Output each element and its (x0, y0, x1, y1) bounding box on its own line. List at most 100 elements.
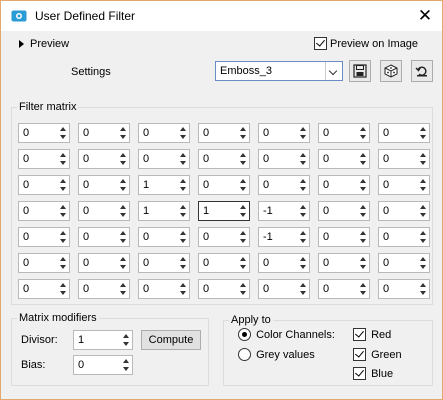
checkbox-box[interactable] (314, 37, 327, 50)
save-preset-button[interactable] (349, 60, 371, 82)
matrix-cell-r7-c3[interactable]: 0 (138, 279, 190, 299)
matrix-cell-r7-c5[interactable]: 0 (258, 279, 310, 299)
matrix-cell-r1-c2[interactable]: 0 (78, 123, 130, 143)
spin-arrows-icon[interactable] (178, 255, 188, 271)
checkbox-box[interactable] (353, 348, 366, 361)
matrix-cell-r4-c5[interactable]: -1 (258, 201, 310, 221)
matrix-cell-r4-c4[interactable]: 1 (198, 201, 250, 221)
matrix-cell-r6-c1[interactable]: 0 (18, 253, 70, 273)
spin-arrows-icon[interactable] (298, 177, 308, 193)
spin-arrows-icon[interactable] (238, 281, 248, 297)
matrix-cell-r3-c1[interactable]: 0 (18, 175, 70, 195)
compute-button[interactable]: Compute (141, 330, 201, 350)
spin-arrows-icon[interactable] (238, 125, 248, 141)
color-channels-radio[interactable]: Color Channels: (238, 328, 335, 341)
matrix-cell-r5-c7[interactable]: 0 (378, 227, 430, 247)
spin-arrows-icon[interactable] (238, 177, 248, 193)
matrix-cell-r3-c2[interactable]: 0 (78, 175, 130, 195)
matrix-cell-r3-c7[interactable]: 0 (378, 175, 430, 195)
matrix-cell-r2-c2[interactable]: 0 (78, 149, 130, 169)
spin-arrows-icon[interactable] (298, 203, 308, 219)
matrix-cell-r6-c3[interactable]: 0 (138, 253, 190, 273)
spin-arrows-icon[interactable] (358, 281, 368, 297)
matrix-cell-r1-c6[interactable]: 0 (318, 123, 370, 143)
spin-arrows-icon[interactable] (358, 255, 368, 271)
matrix-cell-r5-c3[interactable]: 0 (138, 227, 190, 247)
spin-arrows-icon[interactable] (298, 281, 308, 297)
spin-arrows-icon[interactable] (121, 357, 131, 373)
spin-arrows-icon[interactable] (418, 151, 428, 167)
spin-arrows-icon[interactable] (418, 281, 428, 297)
spin-arrows-icon[interactable] (298, 125, 308, 141)
spin-arrows-icon[interactable] (358, 151, 368, 167)
matrix-cell-r6-c7[interactable]: 0 (378, 253, 430, 273)
spin-arrows-icon[interactable] (58, 151, 68, 167)
matrix-cell-r1-c3[interactable]: 0 (138, 123, 190, 143)
matrix-cell-r7-c2[interactable]: 0 (78, 279, 130, 299)
spin-arrows-icon[interactable] (418, 255, 428, 271)
matrix-cell-r6-c4[interactable]: 0 (198, 253, 250, 273)
matrix-cell-r7-c1[interactable]: 0 (18, 279, 70, 299)
grey-values-radio[interactable]: Grey values (238, 348, 315, 361)
spin-arrows-icon[interactable] (58, 177, 68, 193)
spin-arrows-icon[interactable] (358, 203, 368, 219)
matrix-cell-r2-c6[interactable]: 0 (318, 149, 370, 169)
spin-arrows-icon[interactable] (298, 255, 308, 271)
chevron-down-icon[interactable] (325, 62, 342, 80)
spin-arrows-icon[interactable] (118, 151, 128, 167)
spin-arrows-icon[interactable] (358, 125, 368, 141)
red-checkbox[interactable]: Red (353, 328, 391, 341)
spin-arrows-icon[interactable] (178, 125, 188, 141)
green-checkbox[interactable]: Green (353, 348, 402, 361)
preview-on-image-checkbox[interactable]: Preview on Image (314, 37, 418, 50)
spin-arrows-icon[interactable] (358, 229, 368, 245)
spin-arrows-icon[interactable] (418, 177, 428, 193)
spin-arrows-icon[interactable] (58, 203, 68, 219)
spin-arrows-icon[interactable] (358, 177, 368, 193)
matrix-cell-r7-c7[interactable]: 0 (378, 279, 430, 299)
spin-arrows-icon[interactable] (298, 229, 308, 245)
matrix-cell-r5-c2[interactable]: 0 (78, 227, 130, 247)
matrix-cell-r4-c7[interactable]: 0 (378, 201, 430, 221)
matrix-cell-r5-c6[interactable]: 0 (318, 227, 370, 247)
preview-expander[interactable]: Preview (19, 38, 69, 50)
matrix-cell-r4-c3[interactable]: 1 (138, 201, 190, 221)
spin-arrows-icon[interactable] (118, 229, 128, 245)
matrix-cell-r3-c5[interactable]: 0 (258, 175, 310, 195)
spin-arrows-icon[interactable] (238, 255, 248, 271)
matrix-cell-r4-c1[interactable]: 0 (18, 201, 70, 221)
spin-arrows-icon[interactable] (58, 229, 68, 245)
reset-button[interactable] (411, 60, 433, 82)
matrix-cell-r1-c5[interactable]: 0 (258, 123, 310, 143)
matrix-cell-r7-c4[interactable]: 0 (198, 279, 250, 299)
matrix-cell-r6-c6[interactable]: 0 (318, 253, 370, 273)
settings-dropdown[interactable]: Emboss_3 (215, 61, 343, 81)
randomize-button[interactable] (380, 60, 402, 82)
spin-arrows-icon[interactable] (178, 151, 188, 167)
matrix-cell-r7-c6[interactable]: 0 (318, 279, 370, 299)
matrix-cell-r5-c5[interactable]: -1 (258, 227, 310, 247)
matrix-cell-r3-c3[interactable]: 1 (138, 175, 190, 195)
matrix-cell-r6-c5[interactable]: 0 (258, 253, 310, 273)
matrix-cell-r4-c2[interactable]: 0 (78, 201, 130, 221)
spin-arrows-icon[interactable] (58, 255, 68, 271)
blue-checkbox[interactable]: Blue (353, 367, 393, 380)
spin-arrows-icon[interactable] (418, 125, 428, 141)
divisor-spinbox[interactable]: 1 (73, 330, 133, 350)
spin-arrows-icon[interactable] (238, 229, 248, 245)
matrix-cell-r4-c6[interactable]: 0 (318, 201, 370, 221)
spin-arrows-icon[interactable] (118, 203, 128, 219)
matrix-cell-r1-c7[interactable]: 0 (378, 123, 430, 143)
matrix-cell-r2-c4[interactable]: 0 (198, 149, 250, 169)
bias-spinbox[interactable]: 0 (73, 355, 133, 375)
spin-arrows-icon[interactable] (418, 229, 428, 245)
matrix-cell-r2-c3[interactable]: 0 (138, 149, 190, 169)
matrix-cell-r5-c1[interactable]: 0 (18, 227, 70, 247)
matrix-cell-r5-c4[interactable]: 0 (198, 227, 250, 247)
spin-arrows-icon[interactable] (418, 203, 428, 219)
spin-arrows-icon[interactable] (298, 151, 308, 167)
spin-arrows-icon[interactable] (118, 125, 128, 141)
spin-arrows-icon[interactable] (58, 281, 68, 297)
spin-arrows-icon[interactable] (178, 281, 188, 297)
matrix-cell-r1-c4[interactable]: 0 (198, 123, 250, 143)
